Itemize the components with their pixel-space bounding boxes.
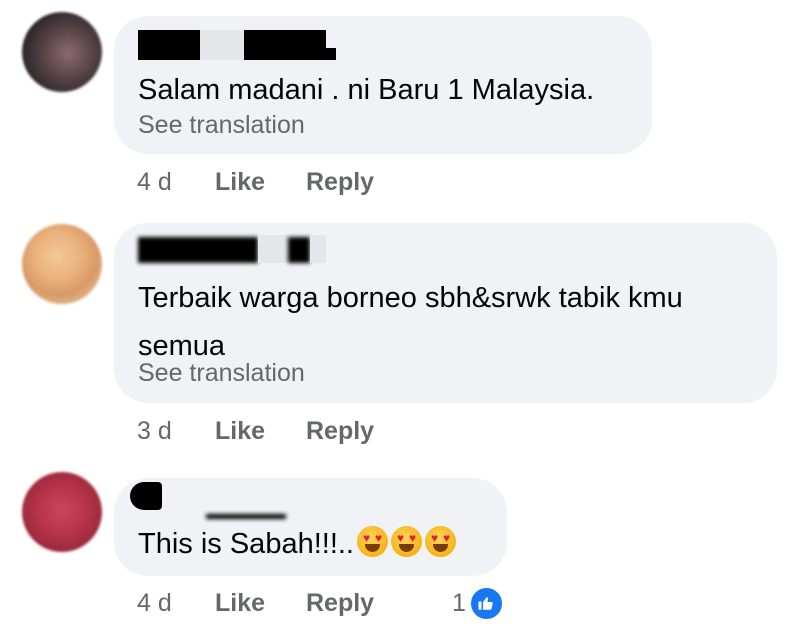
comment-timestamp[interactable]: 4 d <box>137 168 215 197</box>
like-button[interactable]: Like <box>215 589 306 618</box>
redacted-commenter-name[interactable] <box>138 30 200 60</box>
comment-text: This is Sabah!!!.. ♥ ♥ ♥ ♥ ♥ ♥ <box>138 520 498 568</box>
heart-eyes-emoji-icon: ♥ ♥ <box>425 526 456 557</box>
reply-button[interactable]: Reply <box>306 417 374 446</box>
redaction-gap <box>258 235 288 263</box>
reaction-count: 1 <box>452 588 466 617</box>
heart-eyes-emoji-icon: ♥ ♥ <box>357 526 388 557</box>
redaction-tail <box>326 48 336 60</box>
comment-text: Salam madani . ni Baru 1 Malaysia. <box>138 74 595 106</box>
commenter-avatar[interactable] <box>22 224 102 304</box>
like-button[interactable]: Like <box>215 417 306 446</box>
comment-bubble: This is Sabah!!!.. ♥ ♥ ♥ ♥ ♥ ♥ <box>114 478 507 576</box>
commenter-avatar[interactable] <box>22 12 102 92</box>
comment-text: Terbaik warga borneo sbh&srwk tabik kmu … <box>138 282 683 362</box>
thumbs-up-icon <box>468 585 504 621</box>
comment-timestamp[interactable]: 4 d <box>137 589 215 618</box>
reply-button[interactable]: Reply <box>306 589 374 618</box>
redaction-gap <box>200 30 244 60</box>
comment-actions: 4 d Like Reply <box>137 586 374 620</box>
comment-timestamp[interactable]: 3 d <box>137 417 215 446</box>
comment-text-content: This is Sabah!!!.. <box>138 528 354 560</box>
comment-actions: 3 d Like Reply <box>137 414 374 448</box>
comment-actions: 4 d Like Reply <box>137 165 374 199</box>
comment-bubble: Salam madani . ni Baru 1 Malaysia. See t… <box>114 16 652 154</box>
redaction-block <box>244 30 326 60</box>
see-translation-link[interactable]: See translation <box>138 111 305 140</box>
comment-bubble: Terbaik warga borneo sbh&srwk tabik kmu … <box>114 223 777 403</box>
redaction-gap <box>310 235 326 263</box>
redaction-block <box>206 514 286 519</box>
reaction-summary[interactable]: 1 <box>452 585 504 621</box>
commenter-avatar[interactable] <box>22 472 102 552</box>
like-button[interactable]: Like <box>215 168 306 197</box>
heart-eyes-emoji-icon: ♥ ♥ <box>391 526 422 557</box>
redacted-commenter-name[interactable] <box>130 482 162 510</box>
reply-button[interactable]: Reply <box>306 168 374 197</box>
redacted-commenter-name[interactable] <box>138 237 258 263</box>
redaction-block <box>288 237 310 263</box>
see-translation-link[interactable]: See translation <box>138 359 305 388</box>
